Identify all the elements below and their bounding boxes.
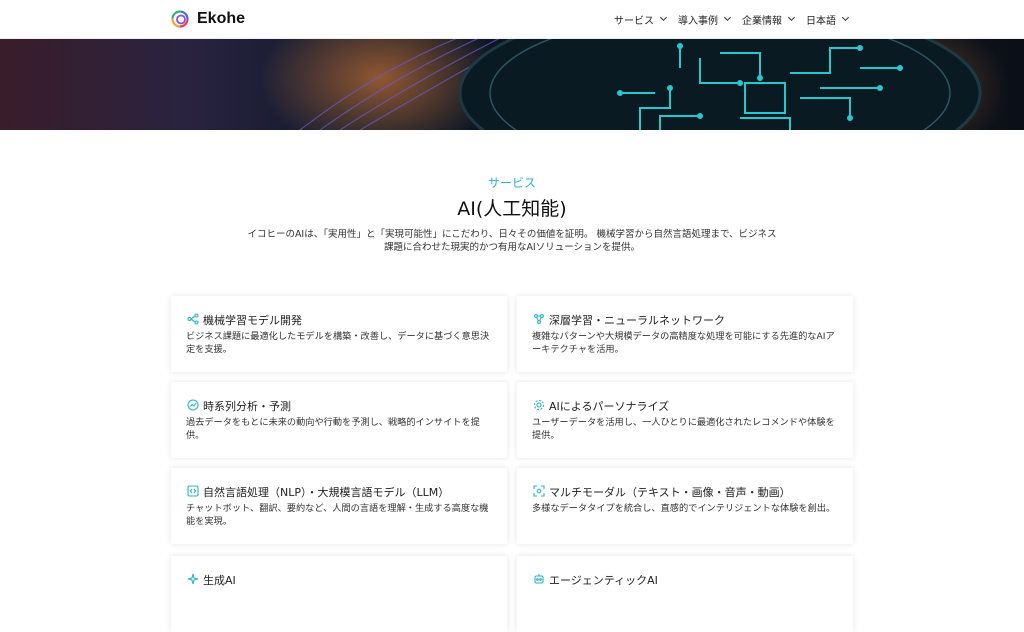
service-card-personalization[interactable]: AIによるパーソナライズ ユーザーデータを活用し、一人ひとりに最適化されたレコメ…: [517, 382, 853, 458]
card-description: チャットボット、翻訳、要約など、人間の言語を理解・生成する高度な機能を実現。: [186, 503, 489, 527]
brand-logo[interactable]: Ekohe: [170, 9, 245, 29]
nav-item-case-studies[interactable]: 導入事例: [678, 12, 732, 27]
sparkle-icon: [187, 573, 199, 585]
card-description: ビジネス課題に最適化したモデルを構築・改善し、データに基づく意思決定を支援。: [186, 331, 490, 355]
page-title: AI(人工知能): [457, 198, 567, 220]
card-description: 過去データをもとに未来の動向や行動を予測し、戦略的インサイトを提供。: [186, 417, 480, 441]
card-description: ユーザーデータを活用し、一人ひとりに最適化されたレコメンドや体験を提供。: [532, 417, 835, 441]
code-brackets-icon: [187, 485, 199, 497]
ekohe-logo-icon: [171, 10, 189, 28]
section-lead: イコヒーのAIは、「実用性」と「実現可能性」にこだわり、日々その価値を証明。 機…: [232, 228, 792, 254]
card-title: 時系列分析・予測: [203, 400, 291, 413]
service-card-multimodal[interactable]: マルチモーダル（テキスト・画像・音声・動画） 多様なデータタイプを統合し、直感的…: [517, 468, 853, 544]
card-description: 複雑なパターンや大規模データの高精度な処理を可能にする先進的なAIアーキテクチャ…: [532, 331, 835, 355]
card-title: 自然言語処理（NLP）・大規模言語モデル（LLM）: [203, 486, 450, 499]
card-title: 深層学習・ニューラルネットワーク: [549, 314, 725, 327]
card-title: AIによるパーソナライズ: [549, 400, 670, 413]
service-card-machine-learning[interactable]: 機械学習モデル開発 ビジネス課題に最適化したモデルを構築・改善し、データに基づく…: [171, 296, 507, 372]
chevron-down-icon: [787, 13, 796, 22]
nav-item-language[interactable]: 日本語: [806, 12, 850, 27]
service-card-nlp-llm[interactable]: 自然言語処理（NLP）・大規模言語モデル（LLM） チャットボット、翻訳、要約な…: [171, 468, 507, 544]
card-title: エージェンティックAI: [549, 574, 658, 587]
main-nav: サービス 導入事例 企業情報 日本語: [614, 0, 850, 38]
card-title: マルチモーダル（テキスト・画像・音声・動画）: [549, 486, 791, 499]
nav-label: 導入事例: [678, 15, 718, 27]
nav-item-services[interactable]: サービス: [614, 12, 668, 27]
nav-item-company[interactable]: 企業情報: [742, 12, 796, 27]
nav-label: 企業情報: [742, 15, 782, 27]
service-card-deep-learning[interactable]: 深層学習・ニューラルネットワーク 複雑なパターンや大規模データの高精度な処理を可…: [517, 296, 853, 372]
circuit-illustration: [260, 38, 1010, 130]
card-description: 多様なデータタイプを統合し、直感的でインテリジェントな体験を創出。: [532, 503, 836, 514]
nav-label: 日本語: [806, 15, 836, 27]
service-card-time-series[interactable]: 時系列分析・予測 過去データをもとに未来の動向や行動を予測し、戦略的インサイトを…: [171, 382, 507, 458]
hero-banner: [0, 38, 1024, 130]
site-header: Ekohe サービス 導入事例 企業情報 日本語: [0, 0, 1024, 39]
chart-circle-icon: [187, 399, 199, 411]
network-nodes-icon: [187, 313, 199, 325]
agent-icon: [534, 574, 544, 584]
lead-line: 課題に合わせた現実的かつ有用なAIソリューションを提供。: [383, 242, 641, 253]
chevron-down-icon: [723, 13, 732, 22]
nav-label: サービス: [614, 15, 654, 27]
chevron-down-icon: [659, 13, 668, 22]
chevron-down-icon: [841, 13, 850, 22]
service-card-agentic-ai[interactable]: エージェンティックAI: [517, 556, 853, 632]
card-title: 生成AI: [203, 574, 236, 587]
card-title: 機械学習モデル開発: [203, 314, 302, 327]
scan-frame-icon: [533, 485, 545, 497]
neural-network-icon: [534, 314, 544, 324]
service-card-generative-ai[interactable]: 生成AI: [171, 556, 507, 632]
section-eyebrow: サービス: [487, 176, 536, 190]
lead-line: イコヒーのAIは、「実用性」と「実現可能性」にこだわり、日々その価値を証明。 機…: [247, 229, 777, 240]
brand-name: Ekohe: [197, 10, 246, 27]
gear-icon: [533, 399, 545, 411]
